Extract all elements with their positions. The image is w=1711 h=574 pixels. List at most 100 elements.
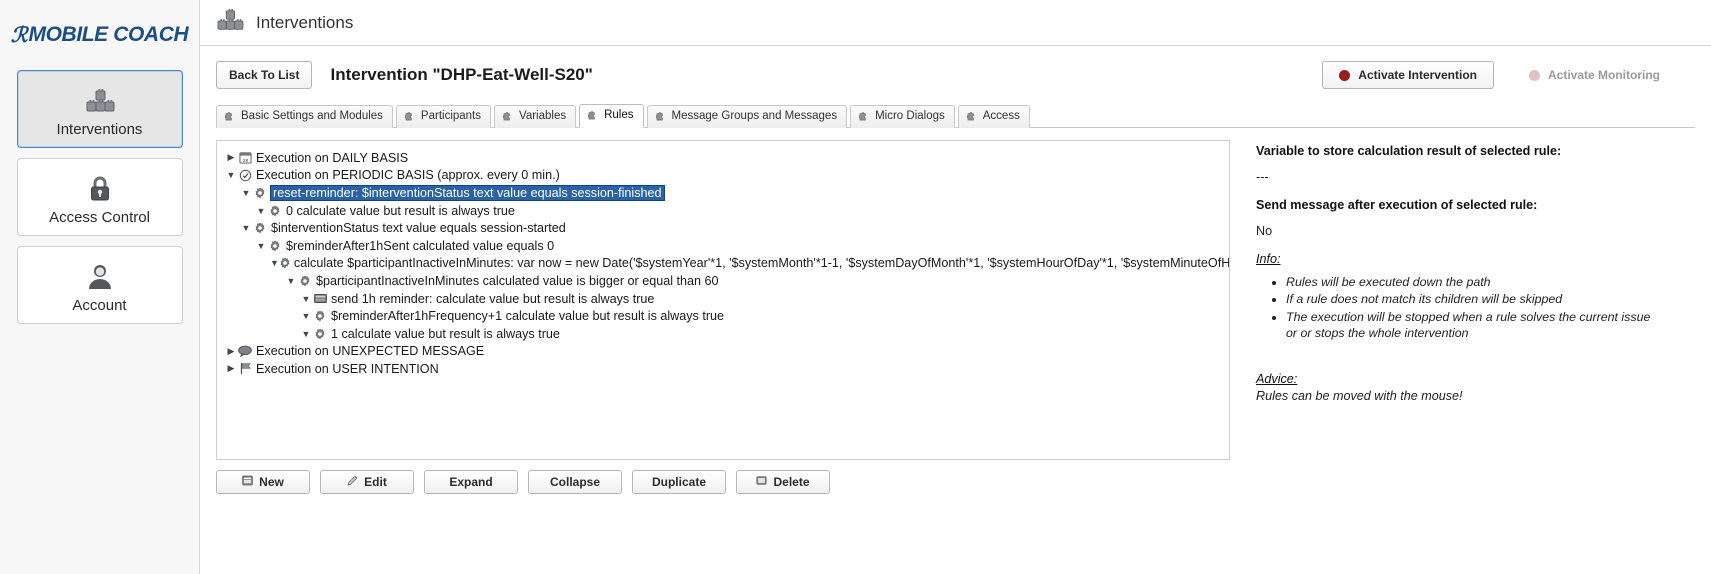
footer-button-label: Edit: [364, 475, 387, 489]
tree-row-label: Execution on DAILY BASIS: [256, 151, 408, 165]
tab-label: Basic Settings and Modules: [241, 111, 383, 123]
chevron-down-icon[interactable]: [300, 294, 312, 304]
rules-tree[interactable]: 28 Execution on DAILY BASIS Execution on P…: [216, 140, 1230, 460]
footer-buttons: New Edit Expand Collapse Duplicate Delete: [216, 470, 1695, 494]
puzzle-icon: [967, 110, 978, 125]
tree-row[interactable]: 28 Execution on DAILY BASIS: [217, 149, 1229, 167]
page-title: Interventions: [256, 13, 353, 33]
tree-row-label: $reminderAfter1hFrequency+1 calculate va…: [331, 309, 724, 323]
tree-row[interactable]: $participantInactiveInMinutes calculated…: [217, 272, 1229, 290]
activate-intervention-button[interactable]: Activate Intervention: [1322, 61, 1494, 89]
sidebar-item-label: Account: [72, 297, 126, 314]
delete-icon: [756, 475, 767, 489]
message-icon: [312, 293, 328, 304]
speech-icon: [237, 345, 253, 357]
chevron-down-icon[interactable]: [255, 241, 267, 251]
chevron-down-icon[interactable]: [300, 311, 312, 321]
info-label: Info:: [1256, 252, 1660, 266]
chevron-down-icon[interactable]: [255, 206, 267, 216]
tree-row-label: 1 calculate value but result is always t…: [331, 327, 560, 341]
puzzle-icon: [405, 110, 416, 125]
chevron-down-icon[interactable]: [270, 258, 279, 268]
tree-row[interactable]: $interventionStatus text value equals se…: [217, 219, 1229, 237]
brand-mark-icon: ℛ: [11, 23, 28, 48]
tree-row[interactable]: reset-reminder: $interventionStatus text…: [217, 184, 1229, 202]
gear-icon: [252, 187, 268, 199]
intervention-title: Intervention "DHP-Eat-Well-S20": [330, 65, 592, 85]
tab-rules[interactable]: Rules: [579, 104, 643, 129]
tab-basic-settings-and-modules[interactable]: Basic Settings and Modules: [216, 105, 393, 129]
tree-row[interactable]: Execution on USER INTENTION: [217, 360, 1229, 378]
tree-row[interactable]: $reminderAfter1hFrequency+1 calculate va…: [217, 307, 1229, 325]
tree-row[interactable]: 1 calculate value but result is always t…: [217, 325, 1229, 343]
content: Back To List Intervention "DHP-Eat-Well-…: [200, 46, 1711, 494]
activate-monitoring-label: Activate Monitoring: [1548, 68, 1660, 82]
tab-variables[interactable]: Variables: [494, 105, 576, 129]
lock-icon: [88, 169, 112, 203]
status-dot-icon: [1339, 70, 1350, 81]
chevron-down-icon[interactable]: [240, 188, 252, 198]
tab-label: Participants: [421, 111, 481, 123]
tab-participants[interactable]: Participants: [396, 105, 491, 129]
chevron-down-icon[interactable]: [300, 329, 312, 339]
tree-row[interactable]: send 1h reminder: calculate value but re…: [217, 290, 1229, 308]
puzzle-icon: [859, 110, 870, 125]
gear-icon: [297, 275, 313, 287]
calendar-icon: 28: [237, 151, 253, 164]
info-bullet: The execution will be stopped when a rul…: [1286, 309, 1660, 342]
brand-logo: ℛMOBILE COACH: [0, 14, 199, 56]
tree-row[interactable]: $reminderAfter1hSent calculated value eq…: [217, 237, 1229, 255]
tree-row-label: calculate $participantInactiveInMinutes:…: [294, 256, 1230, 270]
sidebar: ℛMOBILE COACH Inter: [0, 0, 200, 574]
tree-row-label: $reminderAfter1hSent calculated value eq…: [286, 239, 554, 253]
svg-text:28: 28: [242, 158, 248, 163]
activate-monitoring-button[interactable]: Activate Monitoring: [1512, 61, 1677, 89]
tree-row[interactable]: calculate $participantInactiveInMinutes:…: [217, 255, 1229, 273]
chevron-down-icon[interactable]: [285, 276, 297, 286]
sidebar-item-access-control[interactable]: Access Control: [17, 158, 183, 236]
tab-micro-dialogs[interactable]: Micro Dialogs: [850, 105, 955, 129]
tree-row[interactable]: Execution on PERIODIC BASIS (approx. eve…: [217, 167, 1229, 185]
sidebar-item-interventions[interactable]: Interventions: [17, 70, 183, 148]
tab-message-groups-and-messages[interactable]: Message Groups and Messages: [647, 105, 848, 129]
activate-intervention-label: Activate Intervention: [1358, 68, 1477, 82]
tab-access[interactable]: Access: [958, 105, 1030, 129]
topbar: Interventions: [200, 0, 1711, 46]
sidebar-item-label: Interventions: [57, 121, 143, 138]
tree-row-label: 0 calculate value but result is always t…: [286, 204, 515, 218]
tab-bar: Basic Settings and Modules Participants Va…: [216, 104, 1695, 128]
variable-heading: Variable to store calculation result of …: [1256, 144, 1660, 158]
collapse-button[interactable]: Collapse: [528, 470, 622, 494]
gear-icon: [312, 310, 328, 322]
chevron-right-icon[interactable]: [225, 346, 237, 357]
chevron-down-icon[interactable]: [240, 223, 252, 233]
expand-button[interactable]: Expand: [424, 470, 518, 494]
footer-button-label: Delete: [773, 475, 809, 489]
tab-label: Access: [983, 111, 1020, 123]
new-button[interactable]: New: [216, 470, 310, 494]
tree-row[interactable]: 0 calculate value but result is always t…: [217, 202, 1229, 220]
tree-row-label: $participantInactiveInMinutes calculated…: [316, 274, 719, 288]
puzzle-icon: [588, 109, 599, 124]
chevron-right-icon[interactable]: [225, 152, 237, 163]
status-dot-icon: [1529, 70, 1540, 81]
gear-icon: [279, 257, 291, 269]
gear-icon: [267, 240, 283, 252]
sidebar-item-account[interactable]: Account: [17, 246, 183, 324]
puzzle-icon: [503, 110, 514, 125]
back-to-list-button[interactable]: Back To List: [216, 61, 312, 89]
pencil-icon: [347, 475, 358, 489]
tab-label: Message Groups and Messages: [672, 111, 838, 123]
info-bullet-list: Rules will be executed down the pathIf a…: [1272, 274, 1660, 342]
tree-row[interactable]: Execution on UNEXPECTED MESSAGE: [217, 343, 1229, 361]
edit-button[interactable]: Edit: [320, 470, 414, 494]
info-panel: Variable to store calculation result of …: [1230, 140, 1660, 460]
footer-button-label: New: [259, 475, 284, 489]
duplicate-button[interactable]: Duplicate: [632, 470, 726, 494]
gear-icon: [312, 328, 328, 340]
delete-button[interactable]: Delete: [736, 470, 830, 494]
chevron-right-icon[interactable]: [225, 363, 237, 374]
blocks-icon: [85, 81, 115, 115]
chevron-down-icon[interactable]: [225, 170, 237, 180]
footer-button-label: Collapse: [550, 475, 600, 489]
